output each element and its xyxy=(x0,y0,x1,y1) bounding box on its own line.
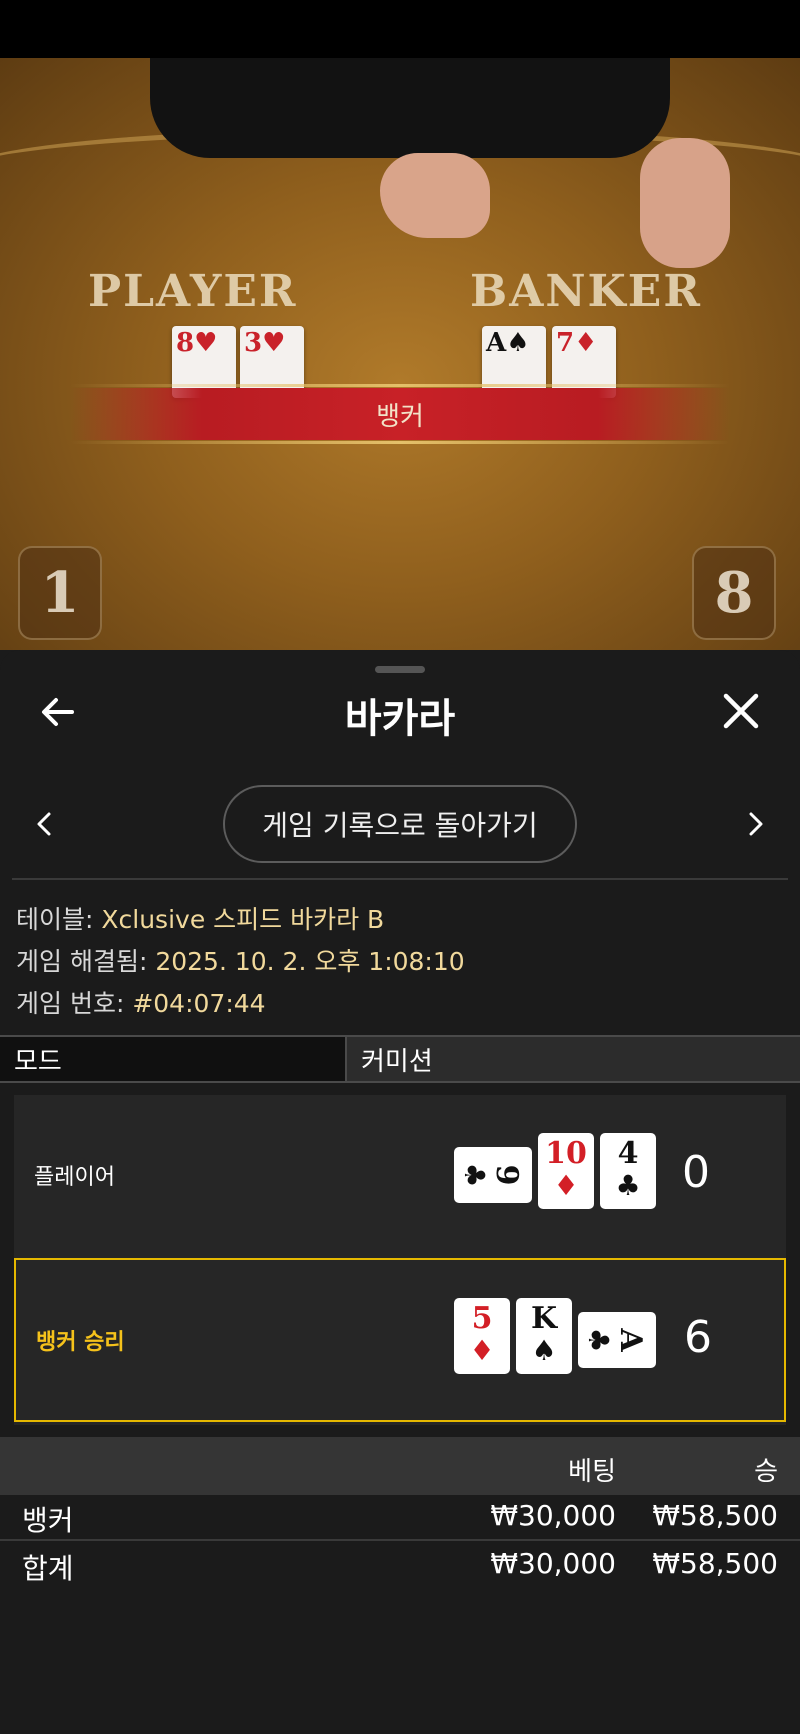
player-score: 0 xyxy=(682,1147,710,1198)
status-bar xyxy=(0,0,800,58)
hand-results: 플레이어 9 ♣ 10 ♦ 4 ♣ 0 뱅커 승리 5 ♦ K ♠ A ♣ 6 xyxy=(14,1095,786,1425)
result-banner: 뱅커 xyxy=(70,384,730,444)
banker-score: 6 xyxy=(684,1312,712,1363)
resolved-info: 게임 해결됨: 2025. 10. 2. 오후 1:08:10 xyxy=(16,947,465,976)
game-number-info: 게임 번호: #04:07:44 xyxy=(16,989,266,1018)
dealer-hand-right xyxy=(640,138,730,268)
game-navigation: 게임 기록으로 돌아가기 xyxy=(0,783,800,865)
page-title: 바카라 xyxy=(344,696,456,742)
table-row: 뱅커 ₩30,000 ₩58,500 xyxy=(22,1499,778,1537)
table-info: 테이블: Xclusive 스피드 바카라 B xyxy=(16,905,385,934)
player-card-3: 4 ♣ xyxy=(600,1133,656,1209)
banker-zone-label: BANKER xyxy=(470,266,702,317)
player-zone-label: PLAYER xyxy=(88,266,298,317)
banker-card-3: A ♣ xyxy=(578,1312,656,1368)
player-result-label: 플레이어 xyxy=(34,1165,115,1190)
banker-card-1: 5 ♦ xyxy=(454,1298,510,1374)
right-number-tile: 8 xyxy=(692,546,776,640)
dealer-figure xyxy=(150,58,670,158)
back-to-history-button[interactable]: 게임 기록으로 돌아가기 xyxy=(223,785,577,863)
win-column-header: 승 xyxy=(754,1457,778,1487)
mode-tabs: 모드 커미션 xyxy=(0,1035,800,1083)
banker-card-2: K ♠ xyxy=(516,1298,572,1374)
bet-column-header: 베팅 xyxy=(568,1457,616,1487)
table-value: Xclusive 스피드 바카라 B xyxy=(101,905,385,934)
dealer-hand-left xyxy=(380,153,490,238)
game-video: PLAYER BANKER 8♥ 3♥ A♠ 7♦ 뱅커 1 8 xyxy=(0,58,800,650)
total-row: 합계 ₩30,000 ₩58,500 xyxy=(22,1547,778,1585)
close-icon[interactable] xyxy=(720,690,762,732)
game-number-value: #04:07:44 xyxy=(132,989,266,1018)
history-sheet: 바카라 게임 기록으로 돌아가기 테이블: Xclusive 스피드 바카라 B… xyxy=(0,650,800,1734)
previous-game-icon[interactable] xyxy=(30,809,60,839)
bets-table-header: 베팅 승 xyxy=(0,1437,800,1495)
tab-commission[interactable]: 커미션 xyxy=(347,1037,800,1081)
banker-result-label: 뱅커 승리 xyxy=(36,1330,125,1355)
banker-result-row: 뱅커 승리 5 ♦ K ♠ A ♣ 6 xyxy=(14,1258,786,1422)
drag-handle[interactable] xyxy=(375,666,425,673)
divider xyxy=(0,1539,800,1541)
next-game-icon[interactable] xyxy=(740,809,770,839)
resolved-value: 2025. 10. 2. 오후 1:08:10 xyxy=(155,947,465,976)
divider xyxy=(12,878,788,880)
player-card-2: 10 ♦ xyxy=(538,1133,594,1209)
left-number-tile: 1 xyxy=(18,546,102,640)
player-card-1: 9 ♣ xyxy=(454,1147,532,1203)
player-result-row: 플레이어 9 ♣ 10 ♦ 4 ♣ 0 xyxy=(14,1095,786,1259)
tab-mode[interactable]: 모드 xyxy=(0,1037,347,1081)
